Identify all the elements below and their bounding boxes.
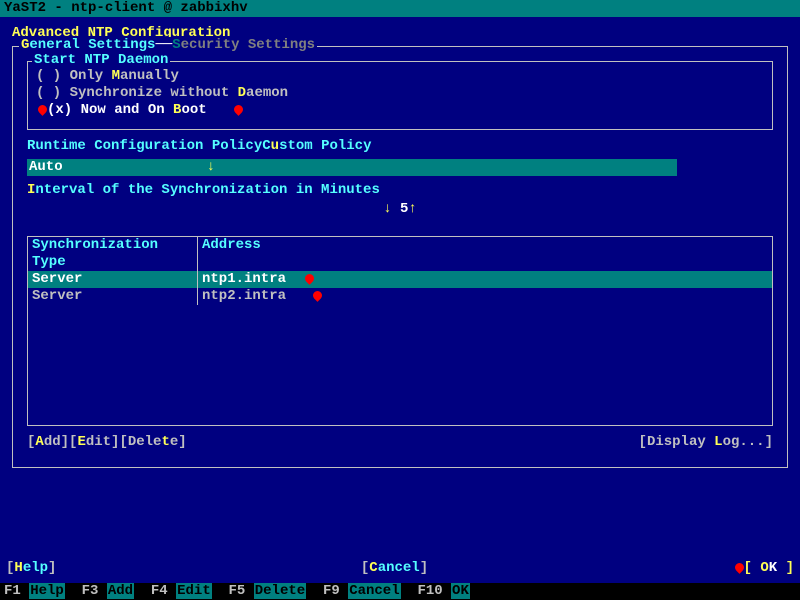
chevron-down-icon: ↓ <box>207 159 215 176</box>
tab-security[interactable]: Security Settings <box>172 37 315 53</box>
title-bar: YaST2 - ntp-client @ zabbixhv <box>0 0 800 17</box>
header-address: Address <box>197 237 768 271</box>
f1-key[interactable]: F1 <box>4 583 29 599</box>
runtime-policy-fields: Auto↓ <box>27 159 773 176</box>
custom-policy-input[interactable] <box>217 159 677 176</box>
spinner-up-icon[interactable]: ↑ <box>408 201 416 217</box>
f4-key[interactable]: F4 <box>151 583 176 599</box>
title-text: YaST2 - ntp-client @ zabbixhv <box>4 0 248 16</box>
function-key-bar: F1 Help F3 Add F4 Edit F5 Delete F9 Canc… <box>0 583 800 600</box>
f3-key[interactable]: F3 <box>82 583 107 599</box>
settings-frame: General Settings──Security Settings Star… <box>12 46 788 468</box>
table-header: Synchronization Type Address <box>28 237 772 271</box>
tab-general[interactable]: General Settings <box>21 37 155 53</box>
servers-table[interactable]: Synchronization Type Address Server ntp1… <box>27 236 773 426</box>
marker-icon <box>311 289 324 302</box>
marker-icon <box>232 103 245 116</box>
table-row[interactable]: Server ntp2.intra <box>28 288 772 305</box>
radio-only-manually[interactable]: ( ) Only Manually <box>36 68 764 85</box>
runtime-policy-label: Runtime Configuration Policy <box>27 138 262 154</box>
table-row[interactable]: Server ntp1.intra <box>28 271 772 288</box>
runtime-policy-row: Runtime Configuration PolicyCustom Polic… <box>27 138 773 155</box>
spinner-down-icon[interactable]: ↓ <box>383 201 391 217</box>
marker-icon <box>303 272 316 285</box>
interval-spinner[interactable]: ↓ 5↑ <box>19 201 781 218</box>
start-daemon-group: Start NTP Daemon ( ) Only Manually ( ) S… <box>27 61 773 130</box>
add-button[interactable]: [Add] <box>27 434 69 450</box>
cancel-button[interactable]: [Cancel] <box>361 560 428 577</box>
f10-key[interactable]: F10 <box>417 583 451 599</box>
edit-button[interactable]: [Edit] <box>69 434 119 450</box>
f9-key[interactable]: F9 <box>323 583 348 599</box>
delete-button[interactable]: [Delete] <box>119 434 186 450</box>
ok-button[interactable]: [ OK ] <box>733 560 794 577</box>
interval-label: Interval of the Synchronization in Minut… <box>27 182 773 199</box>
group-title: Start NTP Daemon <box>32 52 170 69</box>
row-actions: [Add][Edit][Delete] [Display Log...] <box>27 434 773 451</box>
radio-now-and-on-boot[interactable]: (x) Now and On Boot <box>36 102 764 119</box>
display-log-button[interactable]: [Display Log...] <box>639 434 773 451</box>
runtime-policy-dropdown[interactable]: Auto↓ <box>27 159 217 176</box>
f5-key[interactable]: F5 <box>229 583 254 599</box>
custom-policy-label: Custom Policy <box>262 138 371 154</box>
help-button[interactable]: [Help] <box>6 560 56 577</box>
bottom-buttons: [Help] [Cancel] [ OK ] <box>6 560 794 577</box>
header-type: Synchronization Type <box>32 237 197 271</box>
main-content: Advanced NTP Configuration General Setti… <box>0 17 800 583</box>
radio-sync-without-daemon[interactable]: ( ) Synchronize without Daemon <box>36 85 764 102</box>
